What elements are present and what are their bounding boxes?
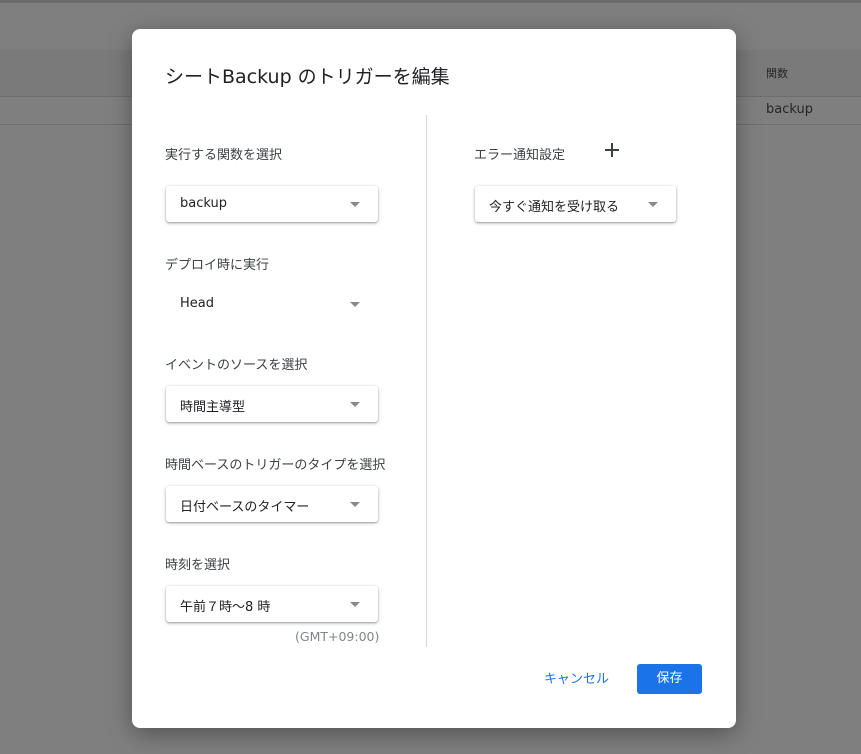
time-of-day-select-value: 午前７時〜8 時 (180, 600, 271, 615)
save-button[interactable]: 保存 (637, 664, 702, 694)
background-table-row-cell: backup (766, 102, 813, 117)
chevron-down-icon (350, 602, 360, 607)
function-label: 実行する関数を選択 (165, 148, 283, 163)
chevron-down-icon (648, 202, 658, 207)
chevron-down-icon (350, 302, 360, 307)
time-trigger-type-label: 時間ベースのトリガーのタイプを選択 (165, 458, 386, 473)
error-notification-label: エラー通知設定 (474, 148, 566, 163)
edit-trigger-dialog: シートBackup のトリガーを編集 実行する関数を選択 backup デプロイ… (132, 29, 736, 728)
background-topbar (0, 0, 861, 3)
cancel-button[interactable]: キャンセル (532, 665, 621, 695)
function-select[interactable]: backup (166, 186, 378, 222)
time-of-day-select[interactable]: 午前７時〜8 時 (166, 586, 378, 622)
event-source-select-value: 時間主導型 (180, 400, 246, 415)
deployment-select-value: Head (180, 296, 214, 311)
error-notification-select-value: 今すぐ通知を受け取る (489, 200, 620, 215)
dialog-title: シートBackup のトリガーを編集 (165, 66, 450, 88)
time-trigger-type-select[interactable]: 日付ベースのタイマー (166, 486, 378, 522)
time-trigger-type-select-value: 日付ベースのタイマー (180, 500, 310, 515)
chevron-down-icon (350, 502, 360, 507)
column-divider (426, 115, 427, 647)
error-notification-select[interactable]: 今すぐ通知を受け取る (475, 186, 676, 222)
time-of-day-label: 時刻を選択 (165, 558, 231, 573)
deployment-select[interactable]: Head (166, 286, 378, 322)
event-source-label: イベントのソースを選択 (165, 358, 308, 373)
chevron-down-icon (350, 402, 360, 407)
chevron-down-icon (350, 202, 360, 207)
function-select-value: backup (180, 196, 227, 211)
plus-icon[interactable] (604, 142, 620, 158)
event-source-select[interactable]: 時間主導型 (166, 386, 378, 422)
timezone-note: (GMT+09:00) (295, 629, 380, 644)
deployment-label: デプロイ時に実行 (165, 258, 270, 273)
background-table-header-cell: 関数 (766, 67, 788, 80)
